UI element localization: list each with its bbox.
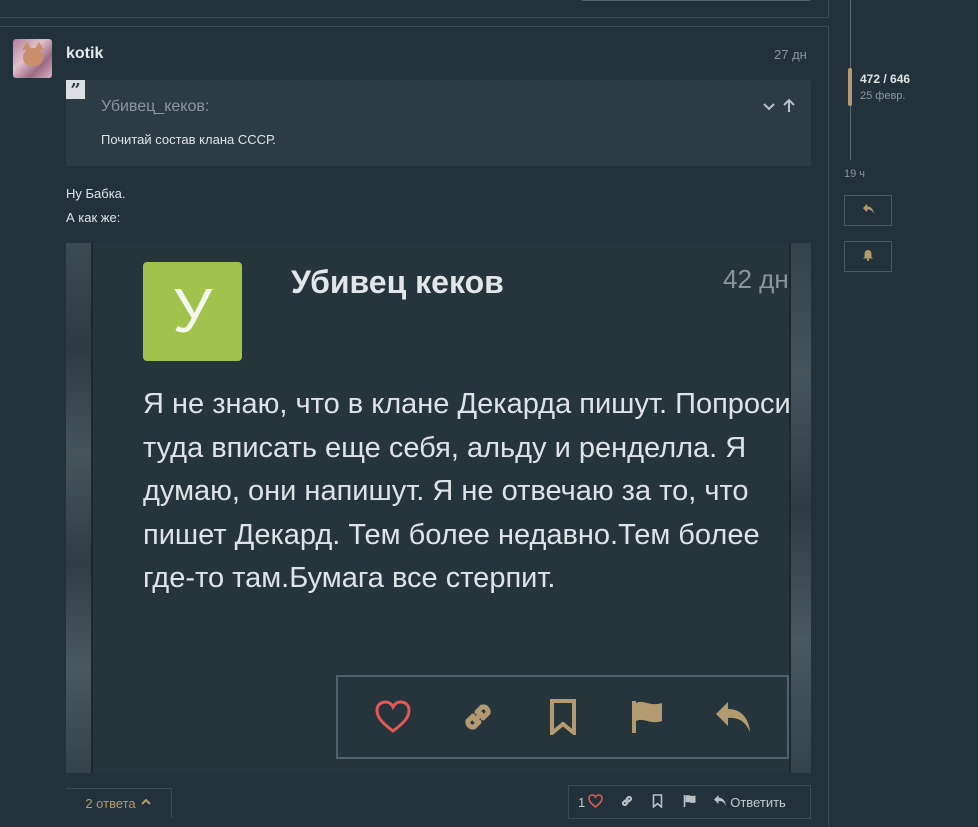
reply-icon xyxy=(862,202,875,220)
previous-post-bar xyxy=(582,0,810,1)
heart-icon xyxy=(588,793,604,811)
chevron-down-icon[interactable] xyxy=(761,98,777,114)
flag-icon xyxy=(683,794,697,811)
notifications-button[interactable] xyxy=(844,241,892,272)
heart-icon xyxy=(373,697,413,737)
link-icon xyxy=(458,697,498,737)
quote-text: Почитай состав клана СССР. xyxy=(101,132,276,147)
arrow-up-icon[interactable] xyxy=(781,98,797,114)
topic-reply-button[interactable] xyxy=(844,195,892,226)
post-text-line: А как же: xyxy=(66,210,121,225)
timeline-scroll-handle[interactable] xyxy=(848,68,852,106)
quote-block: ” Убивец_кеков: Почитай состав клана ССС… xyxy=(66,80,811,166)
post-date[interactable]: 27 дн xyxy=(774,47,807,62)
chevron-up-icon xyxy=(140,796,152,811)
bell-icon xyxy=(862,248,874,266)
show-replies-button[interactable]: 2 ответа xyxy=(66,788,172,818)
like-button[interactable]: 1 xyxy=(578,786,604,818)
bookmark-button[interactable] xyxy=(652,786,663,818)
timeline-position: 472 / 646 xyxy=(860,72,911,86)
like-count: 1 xyxy=(578,794,586,810)
link-icon xyxy=(620,794,634,811)
flag-icon xyxy=(628,697,668,737)
flag-button[interactable] xyxy=(683,786,697,818)
quote-author[interactable]: Убивец_кеков: xyxy=(101,98,209,116)
reply-icon xyxy=(713,794,727,810)
user-avatar[interactable] xyxy=(13,39,52,78)
bookmark-icon xyxy=(543,697,583,737)
copy-link-button[interactable] xyxy=(620,786,634,818)
post-actions-bar: 1 Ответить xyxy=(568,785,811,819)
timeline-date: 25 февр. xyxy=(860,90,906,102)
embedded-post-screenshot: У Убивец кеков 42 дн Я не знаю, что в кл… xyxy=(93,243,791,773)
embedded-avatar: У xyxy=(143,262,242,361)
username[interactable]: kotik xyxy=(66,45,103,63)
embedded-author: Убивец кеков xyxy=(291,264,504,300)
quote-icon: ” xyxy=(66,80,85,101)
reply-button[interactable]: Ответить xyxy=(713,786,786,818)
reply-icon xyxy=(713,697,753,737)
post-text-line: Ну Бабка. xyxy=(66,186,126,201)
image-border-left xyxy=(66,243,93,773)
embedded-text: Я не знаю, что в клане Декарда пишут. По… xyxy=(143,388,791,594)
replies-label: 2 ответа xyxy=(85,796,136,811)
bookmark-icon xyxy=(652,793,663,811)
reply-label: Ответить xyxy=(730,794,786,810)
previous-post-edge xyxy=(0,0,829,18)
embedded-date: 42 дн xyxy=(723,264,789,294)
embedded-image[interactable]: У Убивец кеков 42 дн Я не знаю, что в кл… xyxy=(66,243,811,773)
cat-avatar-image xyxy=(22,42,44,66)
timeline-last-activity[interactable]: 19 ч xyxy=(844,168,865,180)
embedded-actions-bar xyxy=(336,675,789,759)
quote-controls xyxy=(761,98,797,114)
